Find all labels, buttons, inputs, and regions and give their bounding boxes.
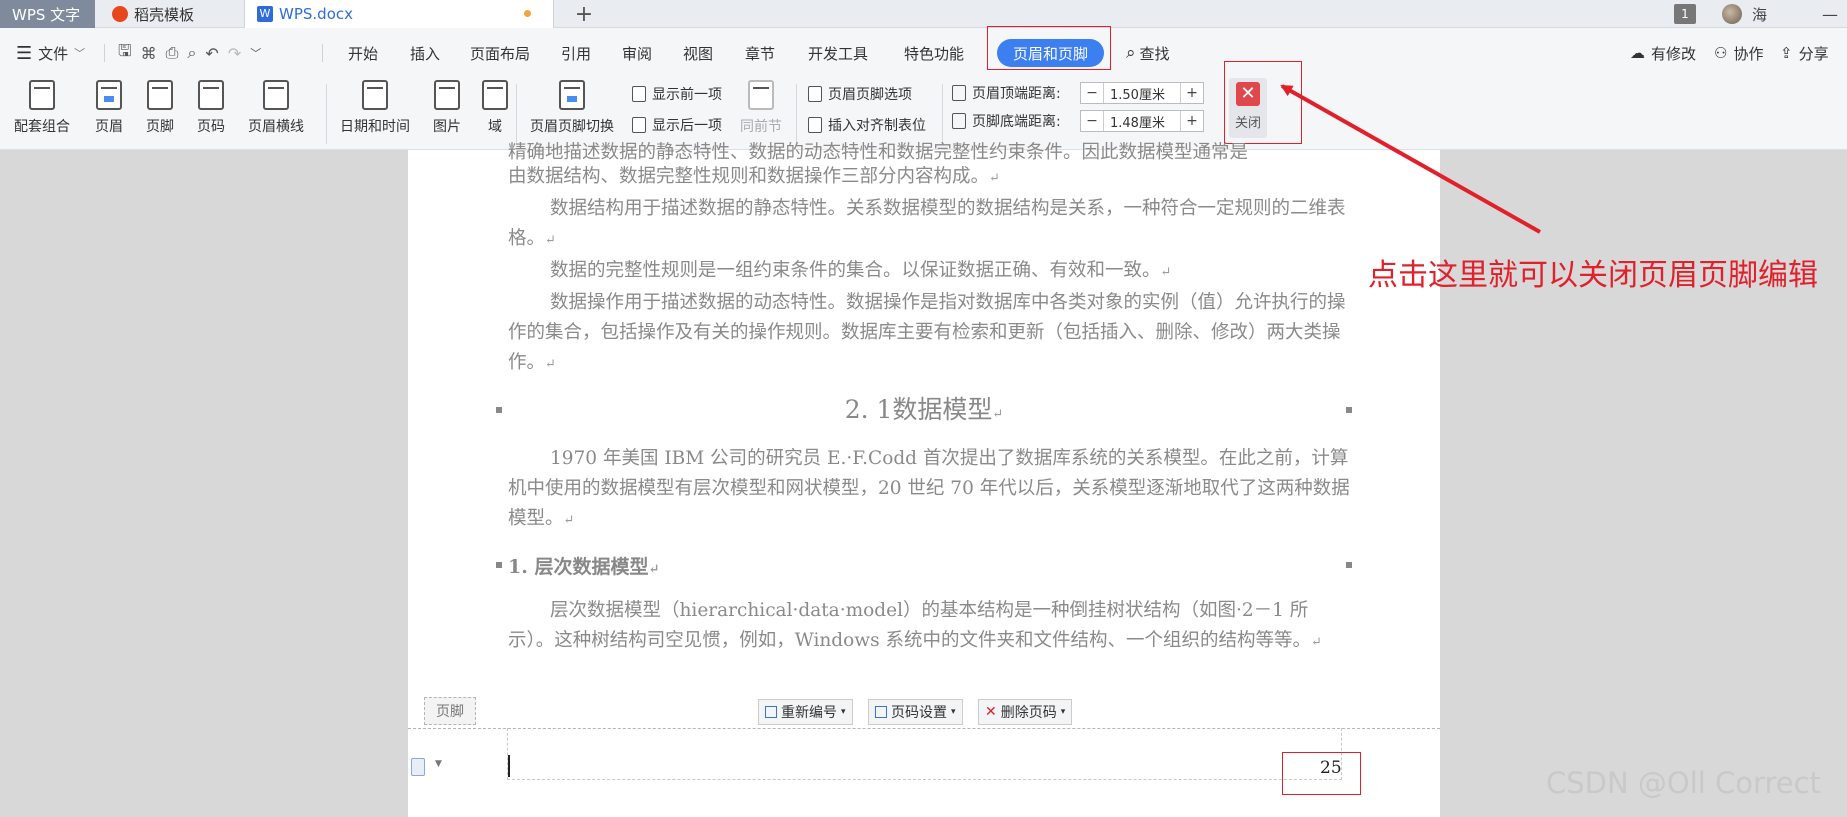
watermark: CSDN @Oll Correct <box>1546 766 1821 800</box>
annotation-text: 点击这里就可以关闭页眉页脚编辑 <box>1368 258 1818 293</box>
annotation-arrow <box>1280 84 1541 234</box>
